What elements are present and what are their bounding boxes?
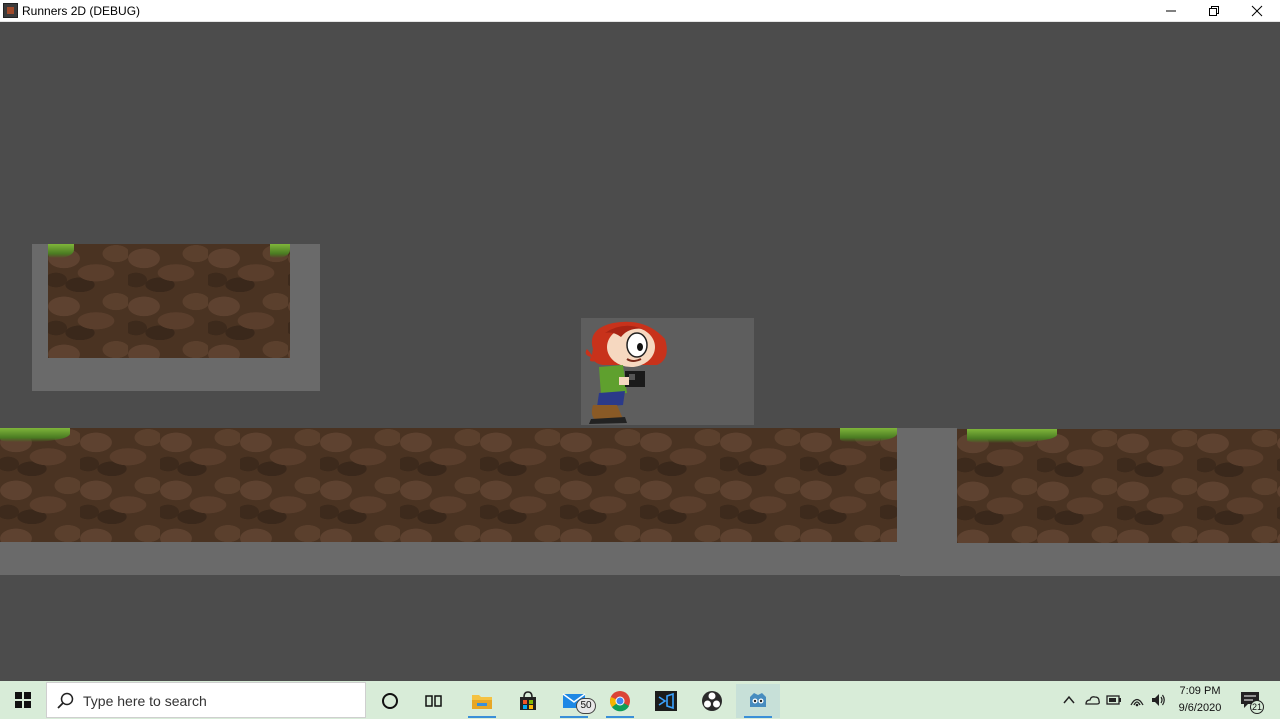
window-title: Runners 2D (DEBUG) — [22, 4, 141, 18]
windows-logo-icon — [15, 692, 31, 708]
onedrive-icon[interactable] — [1084, 692, 1100, 708]
player-character — [585, 321, 667, 424]
wifi-icon[interactable] — [1129, 692, 1145, 708]
close-icon — [1251, 5, 1263, 17]
app-icon — [3, 3, 18, 18]
search-placeholder: Type here to search — [83, 693, 207, 709]
clock-time[interactable]: 7:09 PM — [1172, 685, 1228, 697]
battery-icon[interactable] — [1106, 692, 1122, 708]
active-indicator — [560, 716, 588, 718]
microsoft-store-button[interactable] — [506, 684, 550, 718]
ground-collider-shape — [0, 542, 900, 575]
game-viewport[interactable] — [0, 22, 1280, 681]
active-indicator — [606, 716, 634, 718]
chrome-button[interactable] — [598, 684, 642, 718]
obs-button[interactable] — [690, 684, 734, 718]
task-view-icon — [425, 695, 442, 707]
game-window: Runners 2D (DEBUG) Type here to search 5… — [0, 0, 1280, 719]
chevron-up-icon[interactable] — [1061, 692, 1077, 708]
file-explorer-icon — [472, 695, 492, 709]
obs-icon — [702, 691, 722, 711]
close-button[interactable] — [1235, 0, 1279, 22]
task-view-button[interactable] — [412, 684, 456, 718]
cortana-button[interactable] — [368, 684, 412, 718]
cortana-icon — [382, 693, 398, 709]
title-bar[interactable]: Runners 2D (DEBUG) — [0, 0, 1280, 22]
windows-taskbar: Type here to search 50 — [0, 681, 1280, 719]
mail-unread-badge: 50 — [576, 698, 596, 714]
store-bag-icon — [520, 691, 536, 710]
restore-button[interactable] — [1192, 0, 1236, 22]
visual-studio-button[interactable] — [644, 684, 688, 718]
chrome-icon — [610, 691, 630, 712]
action-center-button[interactable]: 21 — [1238, 690, 1264, 714]
notification-count-badge: 21 — [1250, 700, 1264, 714]
active-indicator — [468, 716, 496, 718]
godot-icon — [750, 693, 766, 707]
file-explorer-button[interactable] — [460, 684, 504, 718]
volume-icon[interactable] — [1150, 692, 1166, 708]
godot-button[interactable] — [736, 684, 780, 718]
taskbar-search-box[interactable]: Type here to search — [46, 682, 366, 718]
active-indicator — [744, 716, 772, 718]
restore-icon — [1209, 6, 1219, 16]
clock-date[interactable]: 9/6/2020 — [1172, 702, 1228, 714]
ground-dirt-right — [957, 429, 1280, 543]
visual-studio-icon — [655, 691, 677, 711]
floating-dirt-platform — [48, 244, 290, 358]
minimize-button[interactable] — [1149, 0, 1193, 22]
start-button[interactable] — [0, 681, 46, 719]
ground-collider-shape — [900, 543, 1280, 576]
minimize-icon — [1166, 10, 1176, 12]
search-icon — [57, 692, 74, 709]
ground-dirt-left — [0, 428, 897, 542]
